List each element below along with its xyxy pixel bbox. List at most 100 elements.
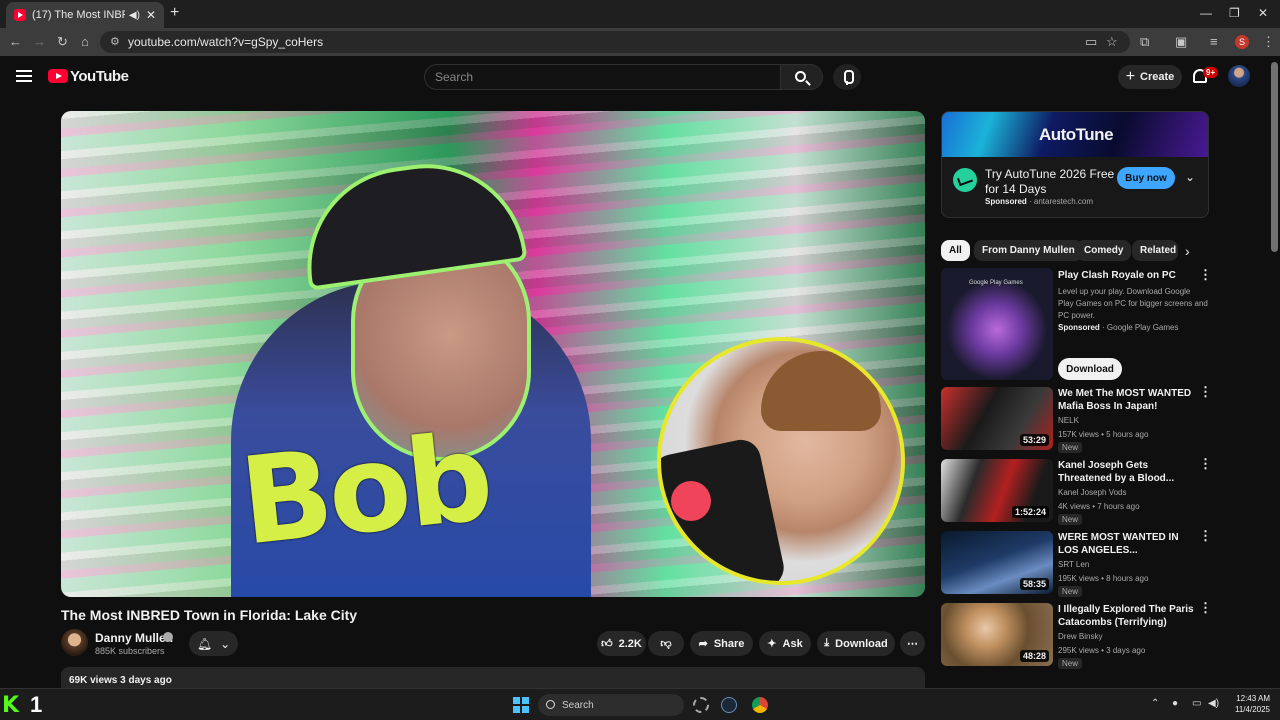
taskbar-clock[interactable]: 12:43 AM 11/4/2025 (1226, 693, 1270, 715)
more-vert-icon[interactable]: ⋮ (1199, 385, 1212, 398)
channel-name[interactable]: Danny Mullen (95, 631, 173, 645)
promoted-app-item[interactable]: Google Play Games Play Clash Royale on P… (941, 268, 1221, 383)
chrome-icon[interactable] (752, 697, 768, 713)
windows-start-icon[interactable] (513, 697, 529, 713)
restore-icon[interactable]: ❐ (1229, 6, 1240, 20)
rec-channel[interactable]: Kanel Joseph Vods (1058, 488, 1127, 497)
task-view-icon[interactable] (693, 697, 709, 713)
download-button[interactable]: ⤓ Download (817, 631, 895, 656)
ad-brand: AutoTune (1038, 125, 1114, 144)
cast-icon[interactable]: ▭ (1085, 34, 1097, 50)
chip-all[interactable]: All (941, 240, 970, 261)
rec-title[interactable]: WERE MOST WANTED IN LOS ANGELES... (1058, 531, 1198, 557)
reading-list-icon[interactable]: ≡ (1210, 34, 1218, 49)
share-button[interactable]: ➦ Share (690, 631, 753, 656)
page-scrollbar[interactable] (1271, 62, 1278, 252)
steam-icon[interactable] (721, 697, 737, 713)
video-overlay-text: Bob (234, 408, 496, 573)
youtube-logo-icon[interactable] (48, 69, 68, 83)
duration-badge: 48:28 (1019, 650, 1049, 662)
list-item[interactable]: 53:29 We Met The MOST WANTED Mafia Boss … (941, 385, 1221, 453)
list-item[interactable]: 58:35 WERE MOST WANTED IN LOS ANGELES...… (941, 529, 1221, 597)
like-button[interactable]: 👍︎ 2.2K (597, 631, 646, 656)
video-thumbnail[interactable]: 1:52:24 (941, 459, 1053, 522)
kick-app-icon[interactable]: K (2, 693, 19, 718)
sponsored-ad-card[interactable]: AutoTune Try AutoTune 2026 Free for 14 D… (941, 111, 1209, 218)
new-badge: New (1058, 442, 1083, 453)
network-icon[interactable]: ▭ (1192, 698, 1201, 709)
browser-tab-bar: (17) The Most INBRED Town in Florida ◀) … (0, 0, 1280, 28)
create-button[interactable]: + Create (1118, 65, 1182, 89)
promo-thumbnail[interactable]: Google Play Games (941, 268, 1053, 380)
rec-channel[interactable]: SRT Len (1058, 560, 1089, 569)
video-thumbnail[interactable]: 53:29 (941, 387, 1053, 450)
extensions-icon[interactable]: ⧉ (1140, 34, 1149, 50)
rec-channel[interactable]: NELK (1058, 416, 1079, 425)
minimize-icon[interactable]: — (1200, 6, 1212, 20)
chevron-right-icon[interactable]: › (1185, 243, 1190, 259)
video-thumbnail[interactable]: 58:35 (941, 531, 1053, 594)
volume-icon[interactable]: ◀) (1208, 698, 1219, 709)
chip-from-channel[interactable]: From Danny Mullen (974, 240, 1083, 261)
more-vert-icon[interactable]: ⋮ (1199, 601, 1212, 614)
more-vert-icon[interactable]: ⋮ (1199, 529, 1212, 542)
duration-badge: 1:52:24 (1011, 506, 1049, 518)
taskbar-search[interactable]: Search (538, 694, 684, 716)
split-view-icon[interactable]: ▣ (1175, 34, 1187, 50)
browser-tab[interactable]: (17) The Most INBRED Town in Florida ◀) … (6, 2, 164, 28)
ad-banner[interactable]: AutoTune (942, 112, 1208, 157)
close-window-icon[interactable]: ✕ (1258, 6, 1268, 20)
more-actions-button[interactable]: ⋯ (900, 631, 925, 656)
voice-search-icon[interactable] (833, 64, 861, 90)
rec-title[interactable]: Kanel Joseph Gets Threatened by a Blood.… (1058, 459, 1198, 485)
rec-title[interactable]: I Illegally Explored The Paris Catacombs… (1058, 603, 1198, 629)
home-icon[interactable]: ⌂ (81, 34, 89, 49)
rec-meta: 4K views • 7 hours ago (1058, 502, 1140, 511)
verified-badge-icon (163, 632, 173, 642)
plus-icon: + (1125, 68, 1136, 85)
account-avatar[interactable] (1228, 65, 1250, 87)
rec-title[interactable]: We Met The MOST WANTED Mafia Boss In Jap… (1058, 387, 1198, 413)
profile-avatar[interactable]: S (1235, 35, 1249, 49)
site-info-icon[interactable]: ⚙ (110, 35, 120, 48)
hamburger-menu-icon[interactable] (16, 70, 32, 82)
ad-domain: · antarestech.com (1029, 197, 1094, 206)
microphone-tray-icon[interactable]: ● (1172, 698, 1178, 709)
promo-title[interactable]: Play Clash Royale on PC (1058, 270, 1176, 281)
ask-button[interactable]: ✦ Ask (759, 631, 811, 656)
address-bar[interactable]: ⚙ youtube.com/watch?v=gSpy_coHers (100, 31, 1130, 53)
close-tab-icon[interactable]: ✕ (146, 8, 156, 22)
reload-icon[interactable]: ↻ (57, 34, 68, 50)
list-item[interactable]: 48:28 I Illegally Explored The Paris Cat… (941, 601, 1221, 669)
rec-channel[interactable]: Drew Binsky (1058, 632, 1102, 641)
chip-comedy[interactable]: Comedy (1076, 240, 1132, 261)
list-item[interactable]: 1:52:24 Kanel Joseph Gets Threatened by … (941, 457, 1221, 525)
browser-menu-icon[interactable]: ⋮ (1262, 34, 1275, 50)
speaker-icon[interactable]: ◀) (129, 10, 140, 21)
forward-icon[interactable]: → (33, 34, 46, 49)
promo-description: Level up your play. Download Google Play… (1058, 287, 1208, 320)
search-input[interactable] (425, 65, 780, 89)
download-label: Download (835, 637, 888, 650)
promo-download-button[interactable]: Download (1058, 358, 1122, 380)
ad-title[interactable]: Try AutoTune 2026 Free for 14 Days (985, 167, 1115, 197)
search-box[interactable] (424, 64, 781, 90)
more-vert-icon[interactable]: ⋮ (1199, 268, 1212, 281)
more-vert-icon[interactable]: ⋮ (1199, 457, 1212, 470)
video-player[interactable]: Bob (61, 111, 925, 597)
channel-avatar[interactable] (61, 629, 88, 656)
youtube-logo-text[interactable]: YouTube (70, 68, 129, 85)
video-thumbnail[interactable]: 48:28 (941, 603, 1053, 666)
notification-bell-button[interactable]: 🔔︎ ⌄ (189, 631, 238, 656)
back-icon[interactable]: ← (9, 34, 22, 49)
chevron-down-icon[interactable]: ⌄ (1185, 170, 1195, 184)
search-button[interactable] (781, 64, 823, 90)
bookmark-star-icon[interactable]: ☆ (1106, 34, 1118, 50)
new-tab-button[interactable]: + (170, 4, 179, 22)
subscriber-count: 885K subscribers (95, 646, 165, 656)
chip-related[interactable]: Related (1132, 240, 1178, 261)
buy-now-button[interactable]: Buy now (1117, 167, 1175, 189)
dislike-button[interactable]: 👎︎ (648, 631, 684, 656)
show-hidden-icons-icon[interactable]: ⌃ (1151, 698, 1159, 709)
thumbs-down-icon: 👎︎ (660, 638, 672, 650)
